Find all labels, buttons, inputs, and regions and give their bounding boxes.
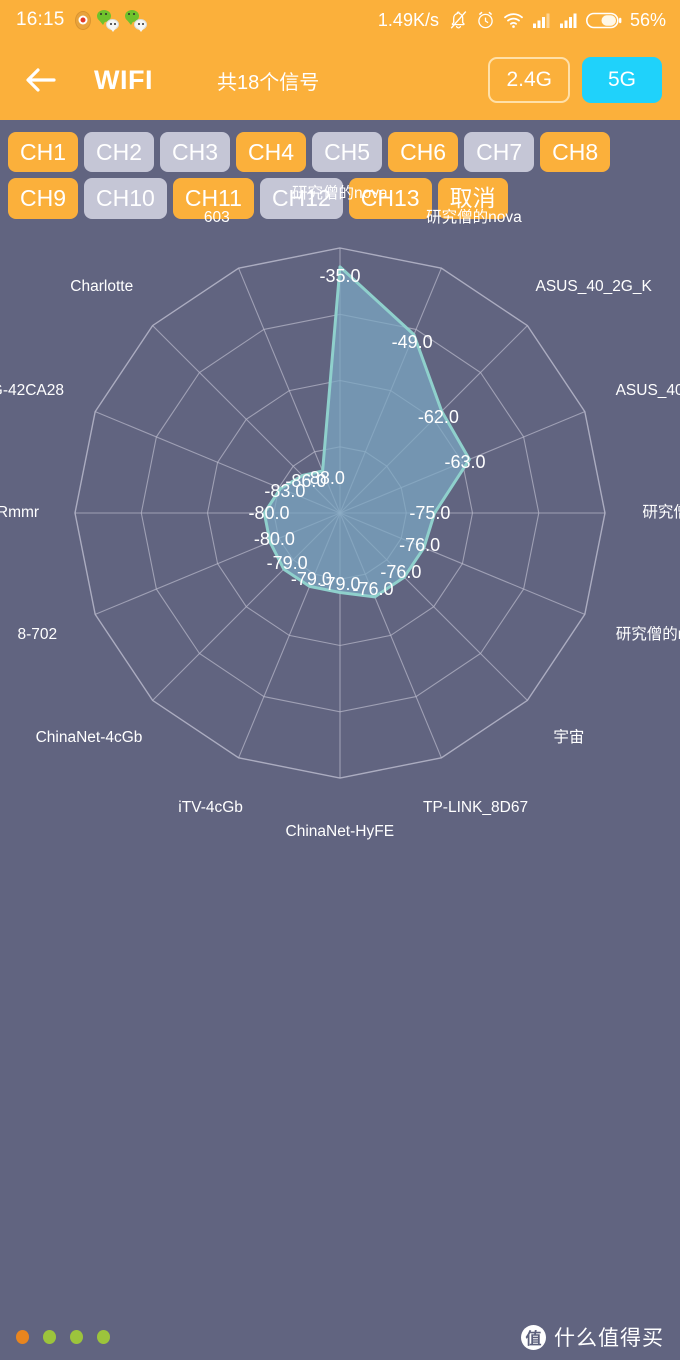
radar-category-label: 研究僧的nova [426,209,522,227]
network-speed-text: 1.49K/s [377,9,439,30]
radar-value-label: -76.0 [380,561,422,582]
radar-category-label: ChinaNet-4cGb [35,729,143,747]
radar-value-label: -35.0 [319,265,361,286]
status-bar: 16:15 1.49K/s 56% [0,0,680,40]
radar-category-label: ASUS_40_2G [615,381,680,399]
channel-chip-ch10[interactable]: CH10 [84,178,167,219]
radar-category-label: 研究僧的nova [642,503,680,521]
status-dot [70,1330,83,1344]
radar-category-label: Charlotte [70,278,134,296]
status-left-icons [74,10,147,32]
status-dots [16,1330,110,1344]
battery-percent: 56% [629,9,666,30]
radar-value-label: -62.0 [417,406,459,427]
radar-value-label: -76.0 [399,534,441,555]
radar-category-label: TP-LINK_8D67 [423,798,529,816]
eye-icon [74,10,91,30]
channel-chip-ch5[interactable]: CH5 [312,132,383,173]
radar-category-label: JCG-42CA28 [0,381,64,399]
channel-filter-bar: CH1 CH2 CH3 CH4 CH5 CH6 CH7 CH8 CH9 CH10 CH11 CH12 C… [0,120,680,233]
app-header: WIFI 共18个信号 2.4G 5G [0,40,680,120]
bottom-bar: 值 什么值得买 [0,1314,680,1360]
status-dot [43,1330,56,1344]
wechat-icon [124,10,147,32]
battery-icon [585,11,622,30]
channel-chip-ch9[interactable]: CH9 [8,178,79,219]
watermark-badge: 值 [521,1324,546,1350]
page-title: WIFI [94,64,153,95]
radar-category-label: iTV-4cGb [178,798,243,816]
channel-chip-ch1[interactable]: CH1 [8,132,79,173]
status-time: 16:15 [16,9,65,30]
wifi-icon [503,11,524,29]
band-24g-button[interactable]: 2.4G [488,57,570,103]
radar-category-label: 宇宙 [553,729,585,747]
app-root: 16:15 1.49K/s 56% WIFI 共18个信号 2.4G 5G CH… [0,0,680,1360]
radar-category-label: ChinaNet-Rmmr [0,503,40,521]
radar-value-label: -79.0 [266,553,308,574]
wechat-icon [96,10,119,32]
status-dot [16,1330,29,1344]
channel-chip-ch7[interactable]: CH7 [464,132,535,173]
radar-category-label: 研究僧的nova [615,625,680,643]
channel-chip-ch3[interactable]: CH3 [160,132,231,173]
watermark: 值 什么值得买 [521,1322,664,1352]
watermark-text: 什么值得买 [554,1327,664,1350]
channel-chip-ch8[interactable]: CH8 [540,132,611,173]
radar-category-label: ChinaNet-HyFE [285,822,395,840]
radar-value-label: -80.0 [253,528,295,549]
alarm-clock-icon [476,10,495,30]
channel-chip-ch2[interactable]: CH2 [84,132,155,173]
channel-chip-ch4[interactable]: CH4 [236,132,307,173]
radar-value-label: -49.0 [391,331,433,352]
radar-category-label: ASUS_40_2G_K [535,278,652,296]
radar-category-label: 603 [203,209,230,227]
arrow-left-icon[interactable] [24,63,64,97]
channel-chip-ch6[interactable]: CH6 [388,132,459,173]
status-right-icons: 1.49K/s 56% [378,10,666,31]
status-dot [97,1330,110,1344]
radar-category-label: 研究僧的nova [292,184,388,202]
radar-value-label: -80.0 [248,502,290,523]
wifi-radar-chart: 研究僧的nova 研究僧的nova ASUS_40_2G_K ASUS_40_2G 研究… [0,186,680,1233]
band-5g-button[interactable]: 5G [582,57,662,103]
bell-muted-icon [449,10,468,30]
radar-value-label: -75.0 [409,502,451,523]
signal-bars-icon [559,12,578,29]
signal-count-label: 共18个信号 [216,71,320,94]
signal-bars-icon [532,12,551,29]
radar-value-label: -88.0 [303,468,345,489]
radar-value-label: -63.0 [444,452,486,473]
radar-category-label: 8-702 [17,625,58,643]
